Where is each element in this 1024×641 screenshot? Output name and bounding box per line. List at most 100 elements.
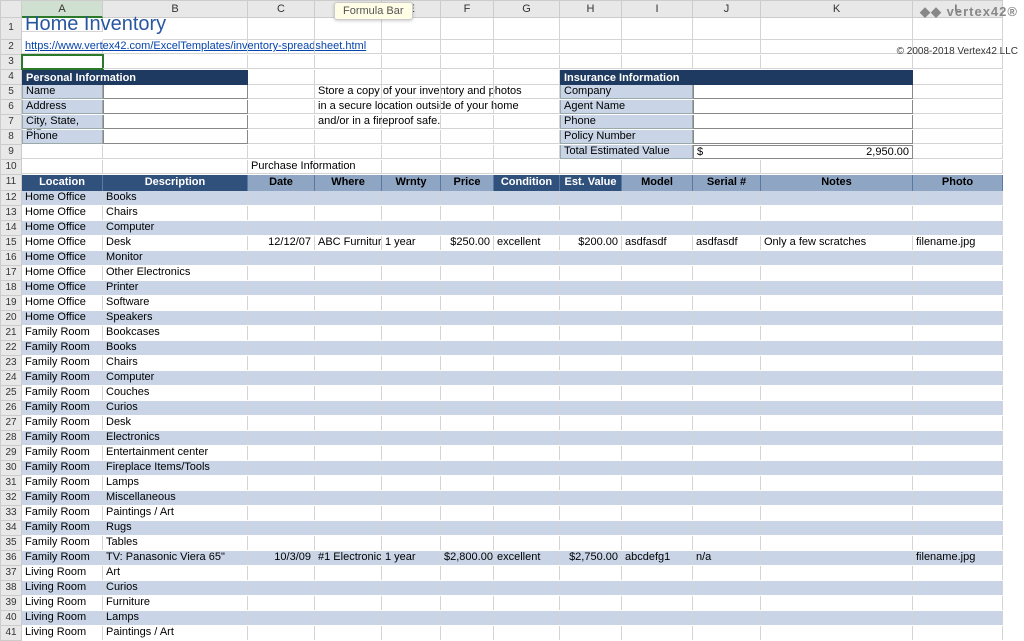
data-cell[interactable] [382,431,441,445]
data-cell[interactable] [560,221,622,235]
col-description[interactable]: Description [103,175,248,191]
data-cell[interactable] [441,326,494,340]
data-cell[interactable]: asdfasdf [622,236,693,250]
data-cell[interactable] [761,266,913,280]
cell[interactable] [622,55,693,69]
data-cell[interactable]: Family Room [22,416,103,430]
pi-input[interactable] [103,85,248,99]
data-cell[interactable] [441,611,494,625]
data-cell[interactable] [693,446,761,460]
cell[interactable] [248,145,315,159]
data-cell[interactable] [693,371,761,385]
ii-input[interactable] [693,100,913,114]
data-cell[interactable] [560,626,622,640]
cell[interactable] [913,160,1003,174]
data-cell[interactable] [560,401,622,415]
data-cell[interactable] [315,521,382,535]
data-cell[interactable] [622,581,693,595]
data-cell[interactable] [560,251,622,265]
data-cell[interactable] [913,311,1003,325]
col-location[interactable]: Location [22,175,103,191]
data-cell[interactable]: Fireplace Items/Tools [103,461,248,475]
cell[interactable] [560,18,622,40]
data-cell[interactable] [382,191,441,205]
cell[interactable] [382,85,441,99]
data-cell[interactable] [560,416,622,430]
data-cell[interactable] [913,491,1003,505]
data-cell[interactable] [441,566,494,580]
data-cell[interactable] [761,536,913,550]
cell[interactable] [494,18,560,40]
col-header-I[interactable]: I [622,0,693,18]
data-cell[interactable] [622,431,693,445]
data-cell[interactable]: filename.jpg [913,551,1003,565]
spreadsheet-grid[interactable]: ABCDEFGHIJKL1Home Inventory2https://www.… [0,0,1024,641]
data-cell[interactable]: 1 year [382,551,441,565]
data-cell[interactable] [622,521,693,535]
data-cell[interactable] [382,566,441,580]
cell[interactable] [382,115,441,129]
data-cell[interactable] [913,581,1003,595]
data-cell[interactable] [315,611,382,625]
data-cell[interactable] [560,521,622,535]
select-all-corner[interactable] [0,0,22,18]
data-cell[interactable]: Family Room [22,476,103,490]
data-cell[interactable] [248,221,315,235]
data-cell[interactable] [248,596,315,610]
data-cell[interactable]: n/a [693,551,761,565]
data-cell[interactable] [315,461,382,475]
cell[interactable] [441,85,494,99]
data-cell[interactable]: Family Room [22,401,103,415]
data-cell[interactable]: Living Room [22,581,103,595]
data-cell[interactable] [622,371,693,385]
data-cell[interactable] [560,326,622,340]
data-cell[interactable] [622,611,693,625]
data-cell[interactable] [248,581,315,595]
data-cell[interactable] [693,476,761,490]
data-cell[interactable] [560,461,622,475]
data-cell[interactable] [761,206,913,220]
tev-value[interactable]: $2,950.00 [693,145,913,159]
data-cell[interactable] [560,296,622,310]
cell[interactable] [315,18,382,40]
row-header[interactable]: 10 [0,160,22,175]
data-cell[interactable] [494,596,560,610]
cell[interactable] [441,18,494,40]
data-cell[interactable] [441,506,494,520]
data-cell[interactable]: Lamps [103,476,248,490]
data-cell[interactable] [913,371,1003,385]
data-cell[interactable] [693,581,761,595]
data-cell[interactable] [761,326,913,340]
row-header[interactable]: 4 [0,70,22,85]
data-cell[interactable]: Home Office [22,221,103,235]
data-cell[interactable] [913,341,1003,355]
cell[interactable] [441,40,494,54]
data-cell[interactable] [248,536,315,550]
data-cell[interactable]: Software [103,296,248,310]
data-cell[interactable] [560,281,622,295]
data-cell[interactable] [913,416,1003,430]
data-cell[interactable]: Chairs [103,356,248,370]
data-cell[interactable] [315,371,382,385]
data-cell[interactable] [248,431,315,445]
col-model[interactable]: Model [622,175,693,191]
data-cell[interactable] [913,521,1003,535]
data-cell[interactable] [382,221,441,235]
data-cell[interactable] [315,191,382,205]
data-cell[interactable] [248,611,315,625]
data-cell[interactable] [761,191,913,205]
data-cell[interactable]: $2,750.00 [560,551,622,565]
data-cell[interactable] [622,251,693,265]
data-cell[interactable]: Curios [103,581,248,595]
pi-input[interactable] [103,100,248,114]
row-header[interactable]: 33 [0,506,22,521]
cell[interactable] [560,55,622,69]
data-cell[interactable] [382,206,441,220]
data-cell[interactable] [382,476,441,490]
data-cell[interactable] [761,506,913,520]
cell[interactable] [913,145,1003,159]
data-cell[interactable] [248,206,315,220]
data-cell[interactable] [248,386,315,400]
data-cell[interactable] [913,281,1003,295]
cell[interactable] [103,40,248,54]
